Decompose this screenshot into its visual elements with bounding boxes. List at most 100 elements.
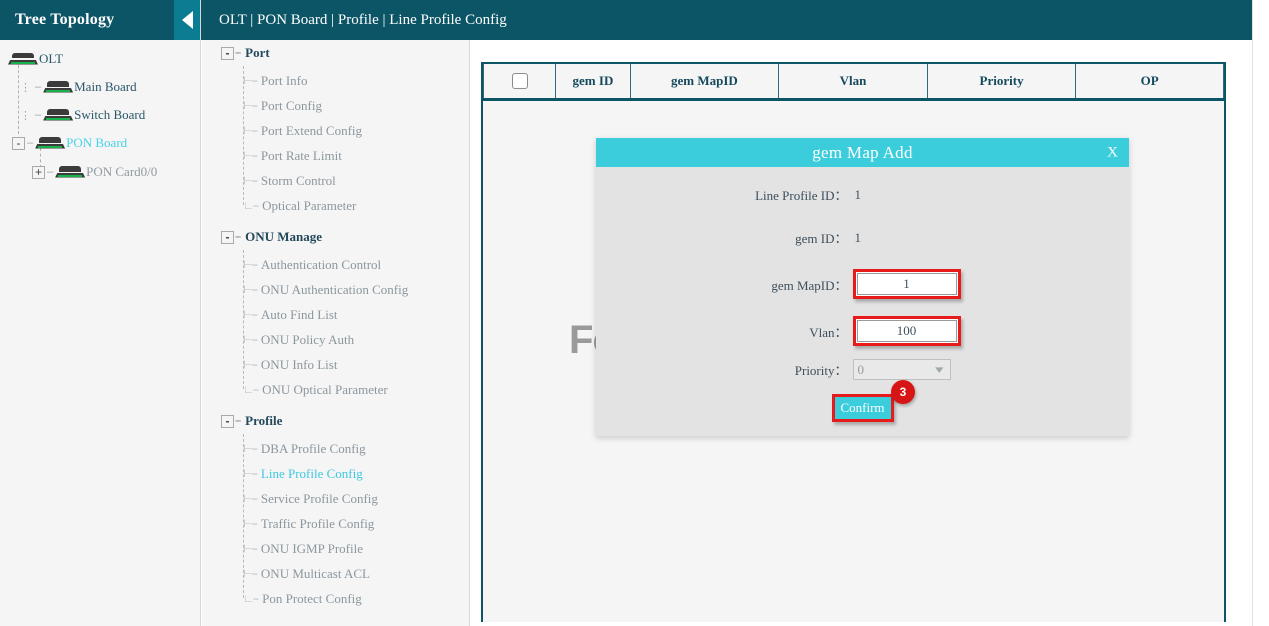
confirm-highlight: Confirm	[832, 394, 894, 422]
nav-item-label: Port Rate Limit	[261, 148, 342, 164]
field-row-gem-id: gem ID： 1	[596, 228, 1129, 247]
dialog-title-bar: gem Map Add X	[596, 138, 1129, 167]
nav-hyphen-icon: –	[234, 231, 245, 243]
right-gutter	[1252, 0, 1269, 626]
bullet-icon: ∟--	[243, 384, 258, 396]
nav-item-label: Port Config	[261, 98, 322, 114]
nav-group-port: - – Port ⊢-- Port Info ⊢-- Port Config ⊢--…	[202, 40, 469, 218]
nav-collapse-toggle[interactable]: -	[221, 47, 234, 60]
nav-group-title: ONU Manage	[245, 229, 322, 245]
device-icon	[8, 53, 38, 66]
tree-hyphen-icon: –	[33, 81, 43, 93]
tree-node-label: PON Board	[66, 135, 127, 151]
nav-item-label: Line Profile Config	[261, 466, 363, 482]
bullet-icon: ⊢--	[243, 517, 257, 530]
nav-hyphen-icon: –	[234, 415, 245, 427]
priority-select[interactable]: 0 ▾	[853, 359, 951, 380]
nav-item-label: ONU Policy Auth	[261, 332, 354, 348]
tree-node-main-board[interactable]: ⋮ – Main Board	[0, 76, 200, 98]
nav-item-list: ⊢-- DBA Profile Config ⊢-- Line Profile Co…	[202, 434, 469, 611]
nav-group-header[interactable]: - – Profile	[202, 408, 469, 434]
nav-group-header[interactable]: - – ONU Manage	[202, 224, 469, 250]
gem-id-label: gem ID：	[599, 228, 853, 247]
bullet-icon: ⊢--	[243, 442, 257, 455]
tree-node-olt[interactable]: OLT	[0, 48, 200, 70]
tree-node-label: OLT	[39, 51, 63, 67]
nav-collapse-toggle[interactable]: -	[221, 231, 234, 244]
dialog-body: Line Profile ID： 1 gem ID： 1 gem MapID： …	[596, 167, 1129, 436]
tree-node-label: Main Board	[74, 79, 136, 95]
tree-node-pon-board[interactable]: - – PON Board	[0, 132, 200, 154]
nav-item-label: ONU Info List	[261, 357, 338, 373]
nav-item-label: Service Profile Config	[261, 491, 378, 507]
line-profile-id-label: Line Profile ID：	[599, 185, 853, 204]
confirm-button[interactable]: Confirm	[835, 397, 891, 419]
priority-select-value: 0	[858, 362, 865, 378]
gem-mapid-input[interactable]	[857, 273, 957, 295]
gem-mapid-label: gem MapID：	[599, 275, 853, 294]
column-header-op[interactable]: OP	[1076, 64, 1224, 98]
tree-panel-title: Tree Topology	[0, 11, 114, 29]
chevron-down-icon: ▾	[935, 363, 952, 376]
tree-panel-header: Tree Topology	[0, 0, 200, 40]
tree-hyphen-icon: –	[45, 166, 55, 178]
nav-item-label: Port Extend Config	[261, 123, 362, 139]
caret-left-icon[interactable]	[174, 0, 200, 40]
tree-branch-icon: ⋮	[18, 109, 33, 122]
tree-topology-panel: Tree Topology OLT ⋮ – Main Board ⋮ –	[0, 0, 201, 626]
tree-node-pon-card[interactable]: + – PON Card0/0	[0, 161, 200, 183]
tree-hyphen-icon: –	[33, 109, 43, 121]
device-icon	[35, 137, 65, 150]
vlan-input[interactable]	[857, 320, 957, 342]
nav-group-header[interactable]: - – Port	[202, 40, 469, 66]
field-row-line-profile-id: Line Profile ID： 1	[596, 185, 1129, 204]
nav-group-title: Port	[245, 45, 270, 61]
tree-node-label: PON Card0/0	[86, 164, 157, 180]
bullet-icon: ⊢--	[243, 283, 257, 296]
bullet-icon: ⊢--	[243, 258, 257, 271]
bullet-icon: ∟--	[243, 200, 258, 212]
gem-mapid-highlight	[853, 269, 961, 299]
table-header-divider	[483, 98, 1224, 101]
nav-item-label: Port Info	[261, 73, 308, 89]
nav-item-label: DBA Profile Config	[261, 441, 366, 457]
tree-branch-icon: ⋮	[18, 81, 33, 94]
close-icon[interactable]: X	[1107, 145, 1118, 160]
column-header-priority[interactable]: Priority	[927, 64, 1076, 98]
column-header-vlan[interactable]: Vlan	[779, 64, 928, 98]
column-header-gem-id[interactable]: gem ID	[556, 64, 630, 98]
nav-item-label: ONU Multicast ACL	[261, 566, 370, 582]
nav-item-list: ⊢--Authentication Control ⊢--ONU Authent…	[202, 250, 469, 402]
gem-map-add-dialog: gem Map Add X Line Profile ID： 1 gem ID：…	[596, 138, 1129, 436]
gem-id-value: 1	[853, 230, 1127, 246]
nav-collapse-toggle[interactable]: -	[221, 415, 234, 428]
bullet-icon: ⊢--	[243, 542, 257, 555]
table-header-row: gem ID gem MapID Vlan Priority OP	[484, 64, 1224, 98]
column-header-gem-mapid[interactable]: gem MapID	[630, 64, 779, 98]
bullet-icon: ⊢--	[243, 333, 257, 346]
breadcrumb: OLT | PON Board | Profile | Line Profile…	[201, 12, 507, 29]
device-icon	[55, 166, 85, 179]
vlan-label: Vlan：	[599, 322, 853, 341]
nav-item-label: ONU Authentication Config	[261, 282, 408, 298]
navigation-menu: - – Port ⊢-- Port Info ⊢-- Port Config ⊢--…	[202, 40, 470, 626]
tree-node-switch-board[interactable]: ⋮ – Switch Board	[0, 104, 200, 126]
bullet-icon: ⊢--	[243, 567, 257, 580]
nav-item-label: Storm Control	[261, 173, 336, 189]
bullet-icon: ⊢--	[243, 358, 257, 371]
nav-group-profile: - – Profile ⊢-- DBA Profile Config ⊢-- Lin…	[202, 408, 469, 611]
field-row-priority: Priority： 0 ▾	[596, 359, 1129, 380]
bullet-icon: ⊢--	[243, 99, 257, 112]
bullet-icon: ⊢--	[243, 308, 257, 321]
tree-expand-toggle[interactable]: +	[32, 166, 45, 179]
gem-map-table: gem ID gem MapID Vlan Priority OP	[483, 64, 1224, 99]
device-icon	[43, 81, 73, 94]
nav-item-label: Traffic Profile Config	[261, 516, 374, 532]
bullet-icon: ⊢--	[243, 467, 257, 480]
bullet-icon: ⊢--	[243, 174, 257, 187]
select-all-checkbox[interactable]	[512, 73, 528, 89]
nav-item-label: Auto Find List	[261, 307, 338, 323]
tree-collapse-toggle[interactable]: -	[12, 137, 25, 150]
nav-hyphen-icon: –	[234, 47, 245, 59]
bullet-icon: ⊢--	[243, 74, 257, 87]
